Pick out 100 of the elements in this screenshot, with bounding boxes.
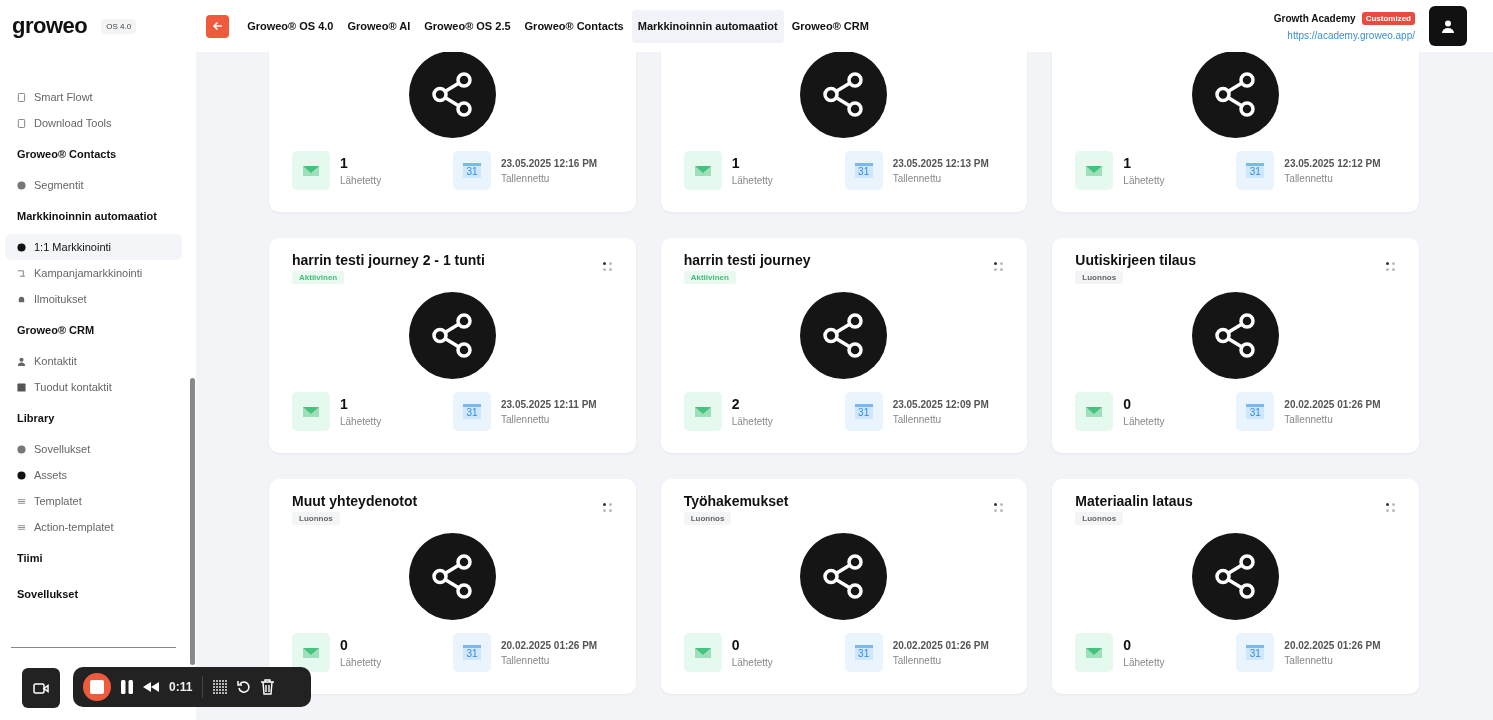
sent-label: Lähetetty: [340, 175, 382, 186]
mail-icon: [292, 633, 330, 672]
grid-button[interactable]: [213, 680, 228, 694]
sidebar-item[interactable]: Ilmoitukset: [5, 286, 182, 312]
rewind-button[interactable]: [143, 682, 159, 692]
calendar-icon: 31: [1236, 392, 1275, 431]
journey-title: Materiaalin lataus: [1075, 493, 1193, 509]
document-icon: [17, 118, 26, 128]
sidebar-item[interactable]: 1:1 Markkinointi: [5, 234, 182, 260]
saved-label: Tallennettu: [892, 172, 943, 184]
user-icon: [1442, 19, 1454, 33]
share-icon: [800, 533, 888, 620]
sidebar-section-title: Groweo® CRM: [16, 323, 96, 338]
dot-icon: [17, 242, 26, 252]
journey-card[interactable]: 1 Lähetetty 31 23.05.2025 12:12 PM Tallennettu: [1052, 52, 1419, 212]
saved-date: 23.05.2025 12:16 PM: [501, 157, 598, 169]
delete-button[interactable]: [261, 679, 275, 695]
saved-label: Tallennettu: [892, 654, 943, 666]
sent-label: Lähetetty: [731, 657, 773, 668]
sent-label: Lähetetty: [731, 416, 773, 427]
calendar-icon: 31: [453, 392, 491, 431]
drag-handle-icon[interactable]: [994, 262, 1004, 271]
sidebar-item[interactable]: Tuodut kontaktit: [5, 374, 182, 400]
mail-icon: [292, 392, 330, 431]
journey-card[interactable]: Muut yhteydenotot Luonnos 0 Lähetetty 31 20.02.2025 01:26 PM Tallennettu: [269, 479, 636, 694]
journey-card[interactable]: 1 Lähetetty 31 23.05.2025 12:16 PM Tallennettu: [269, 52, 636, 212]
sent-count: 1: [340, 155, 349, 171]
share-icon: [1192, 533, 1280, 620]
nav-tab[interactable]: Groweo® AI: [341, 9, 417, 43]
saved-label: Tallennettu: [501, 654, 551, 666]
sidebar-section-title: Library: [16, 411, 56, 426]
sidebar-item[interactable]: Action-templatet: [5, 514, 182, 540]
sent-label: Lähetetty: [1123, 416, 1165, 427]
status-badge: Aktiivinen: [292, 271, 345, 284]
logo: groweo: [12, 13, 88, 39]
drag-handle-icon[interactable]: [602, 262, 612, 271]
sidebar-item[interactable]: Smart Flowt: [5, 84, 182, 110]
calendar-icon: 31: [1236, 633, 1275, 672]
mail-icon: [1075, 151, 1114, 190]
sidebar-item[interactable]: Templatet: [5, 488, 182, 514]
pause-button[interactable]: [121, 680, 133, 694]
back-button[interactable]: [206, 14, 230, 38]
stop-button[interactable]: [83, 673, 111, 701]
journey-title: harrin testi journey: [683, 252, 811, 268]
sent-count: 2: [731, 396, 741, 412]
status-badge: Luonnos: [292, 512, 340, 525]
sent-count: 1: [1123, 155, 1133, 171]
workspace-link[interactable]: https://academy.groweo.app/: [1287, 29, 1415, 41]
drag-handle-icon[interactable]: [994, 503, 1004, 512]
nav-tab[interactable]: Groweo® OS 2.5: [418, 9, 517, 43]
restart-button[interactable]: [237, 680, 252, 694]
drag-handle-icon[interactable]: [1386, 262, 1395, 271]
bell-icon: [17, 294, 26, 304]
sidebar-item[interactable]: Segmentit: [5, 172, 182, 198]
journey-card[interactable]: harrin testi journey 2 - 1 tunti Aktiivinen 1 Lähetetty 31 23.05.2025 12:11 PM Tallennettu: [269, 238, 636, 453]
nav-tab[interactable]: Groweo® OS 4.0: [241, 9, 340, 43]
sidebar-section-title: Markkinoinnin automaatiot: [16, 209, 158, 224]
sent-count: 0: [1123, 396, 1133, 412]
status-badge: Luonnos: [1075, 271, 1124, 284]
calendar-icon: 31: [844, 392, 883, 431]
scrollbar-thumb[interactable]: [190, 378, 195, 665]
journey-card[interactable]: Materiaalin lataus Luonnos 0 Lähetetty 31 20.02.2025 01:26 PM Tallennettu: [1052, 479, 1419, 694]
journey-title: harrin testi journey 2 - 1 tunti: [292, 252, 485, 268]
sent-count: 0: [340, 637, 349, 653]
mail-icon: [683, 633, 722, 672]
saved-date: 20.02.2025 01:26 PM: [501, 639, 598, 651]
stop-icon: [90, 680, 104, 694]
nav-tab[interactable]: Groweo® CRM: [785, 9, 875, 43]
video-camera-icon: [33, 682, 49, 694]
arrow-left-icon: [211, 20, 224, 32]
drag-handle-icon[interactable]: [1386, 503, 1395, 512]
sent-label: Lähetetty: [1123, 657, 1165, 668]
nav-tab[interactable]: Markkinoinnin automaatiot: [631, 9, 784, 43]
sidebar-section-title: Tiimi: [16, 551, 44, 566]
sidebar-item[interactable]: Download Tools: [5, 110, 182, 136]
nav-tab[interactable]: Groweo® Contacts: [518, 9, 630, 43]
share-icon: [800, 292, 888, 379]
journey-card[interactable]: 1 Lähetetty 31 23.05.2025 12:13 PM Tallennettu: [660, 52, 1028, 212]
customized-badge: Customized: [1361, 11, 1415, 25]
saved-label: Tallennettu: [501, 413, 551, 425]
drag-handle-icon[interactable]: [602, 503, 612, 512]
sidebar-item[interactable]: Sovellukset: [5, 436, 182, 462]
sidebar-item[interactable]: Assets: [5, 462, 182, 488]
mail-icon: [1075, 633, 1114, 672]
journey-card[interactable]: Työhakemukset Luonnos 0 Lähetetty 31 20.02.2025 01:26 PM Tallennettu: [660, 479, 1028, 694]
journey-title: Uutiskirjeen tilaus: [1075, 252, 1196, 268]
sidebar-item[interactable]: Kampanjamarkkinointi: [5, 260, 182, 286]
mail-icon: [292, 151, 330, 190]
journey-card[interactable]: Uutiskirjeen tilaus Luonnos 0 Lähetetty 31 20.02.2025 01:26 PM Tallennettu: [1052, 238, 1419, 453]
profile-button[interactable]: [1429, 6, 1467, 46]
mail-icon: [683, 392, 722, 431]
sidebar-item[interactable]: Kontaktit: [5, 348, 182, 374]
sent-count: 0: [731, 637, 741, 653]
sent-count: 1: [340, 396, 349, 412]
sent-count: 1: [731, 155, 741, 171]
share-icon: [1192, 292, 1280, 379]
workspace-name: Growth Academy: [1273, 12, 1356, 24]
journey-card[interactable]: harrin testi journey Aktiivinen 2 Lähetetty 31 23.05.2025 12:09 PM Tallennettu: [660, 238, 1028, 453]
camera-button[interactable]: [22, 668, 60, 708]
stack-icon: [17, 496, 26, 506]
